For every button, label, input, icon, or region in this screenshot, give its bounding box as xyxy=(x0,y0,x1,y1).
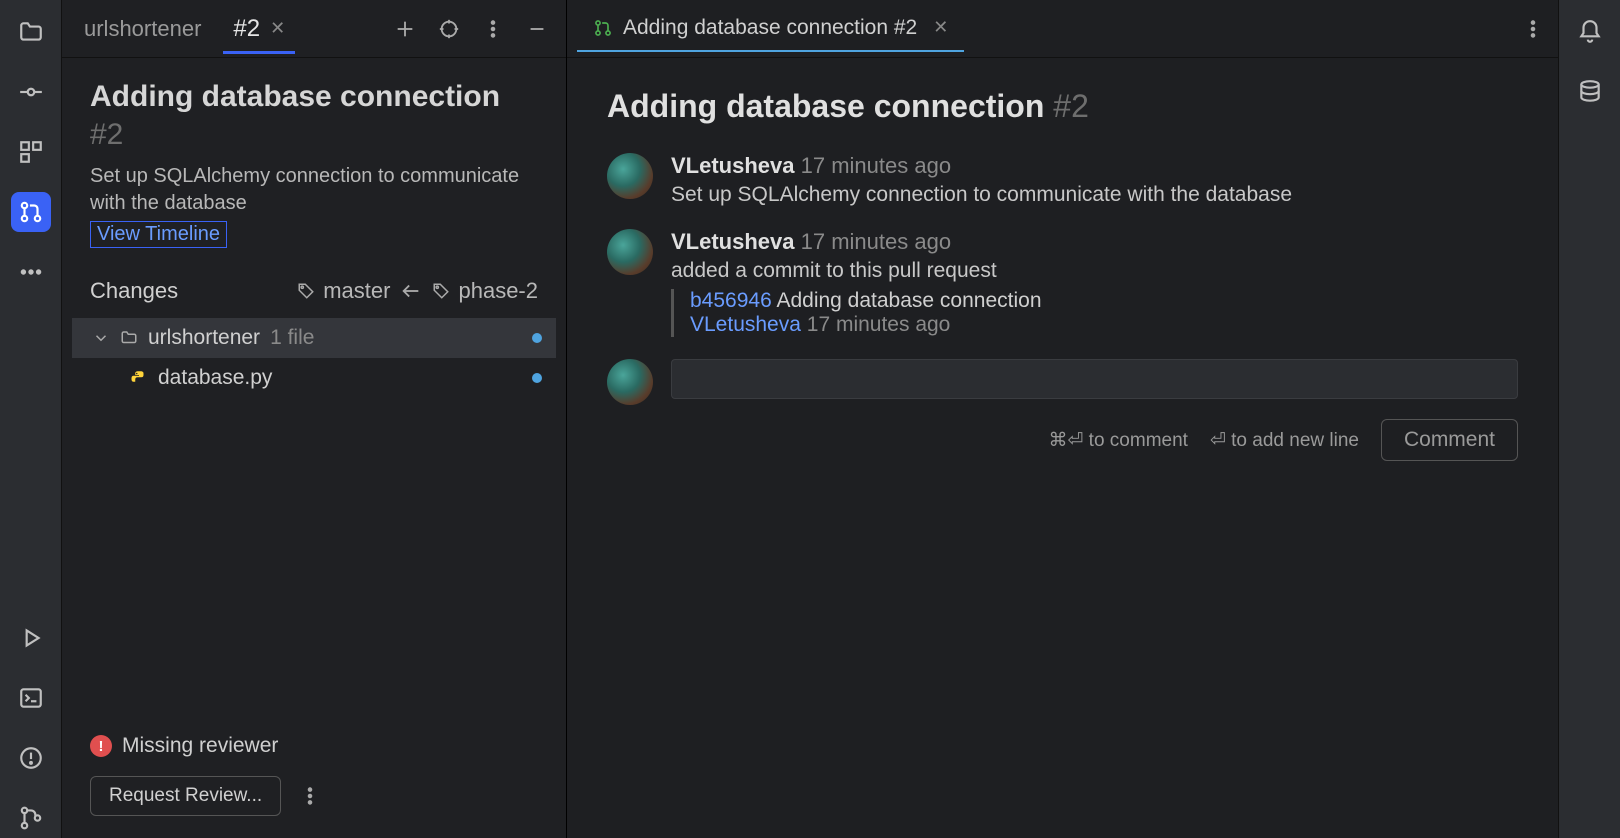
avatar[interactable] xyxy=(607,229,653,275)
chevron-down-icon xyxy=(92,329,110,347)
main-tab-bar: Adding database connection #2 ✕ xyxy=(567,0,1558,58)
event-user[interactable]: VLetusheva xyxy=(671,153,795,178)
hint-submit: ⌘⏎ to comment xyxy=(1048,429,1187,452)
commit-time: 17 minutes ago xyxy=(807,313,951,336)
event-time: 17 minutes ago xyxy=(801,153,951,178)
avatar[interactable] xyxy=(607,359,653,405)
pr-title-text: Adding database connection xyxy=(90,80,500,113)
database-icon[interactable] xyxy=(1570,72,1610,112)
pull-request-icon xyxy=(593,18,613,38)
kebab-icon[interactable] xyxy=(1518,14,1548,44)
main-pr-title: Adding database connection #2 xyxy=(607,88,1518,125)
main-tab-title: Adding database connection #2 xyxy=(623,16,917,40)
main-title-text: Adding database connection xyxy=(607,88,1044,124)
folder-icon xyxy=(120,329,138,347)
run-icon[interactable] xyxy=(11,618,51,658)
close-icon[interactable]: ✕ xyxy=(933,17,948,38)
tag-icon xyxy=(297,282,315,300)
changes-folder-row[interactable]: urlshortener 1 file xyxy=(72,318,556,358)
more-icon[interactable] xyxy=(11,252,51,292)
avatar[interactable] xyxy=(607,153,653,199)
python-file-icon xyxy=(130,369,148,387)
commit-reference: b456946 Adding database connection VLetu… xyxy=(671,289,1518,337)
minimize-icon[interactable] xyxy=(522,14,552,44)
modified-indicator-icon xyxy=(532,333,542,343)
view-timeline-link[interactable]: View Timeline xyxy=(90,221,227,248)
file-name: database.py xyxy=(158,366,272,390)
target-icon[interactable] xyxy=(434,14,464,44)
right-nav-rail xyxy=(1558,0,1620,838)
request-review-button[interactable]: Request Review... xyxy=(90,776,281,816)
timeline-event: VLetusheva 17 minutes ago added a commit… xyxy=(607,229,1518,337)
tag-icon xyxy=(432,282,450,300)
pr-tab[interactable]: #2 ✕ xyxy=(223,7,295,54)
pr-tab-label: #2 xyxy=(233,15,260,43)
notifications-icon[interactable] xyxy=(1570,12,1610,52)
event-time: 17 minutes ago xyxy=(801,229,951,254)
warning-icon: ! xyxy=(90,735,112,757)
folder-icon[interactable] xyxy=(11,12,51,52)
folder-file-count: 1 file xyxy=(270,326,314,350)
base-branch-name: master xyxy=(323,278,390,304)
commit-author-link[interactable]: VLetusheva xyxy=(690,313,801,336)
comment-composer xyxy=(607,359,1518,405)
pr-number: #2 xyxy=(90,118,123,151)
event-text: added a commit to this pull request xyxy=(671,259,1518,283)
base-branch[interactable]: master xyxy=(297,278,390,304)
event-user[interactable]: VLetusheva xyxy=(671,229,795,254)
comment-input[interactable] xyxy=(671,359,1518,399)
pr-description: Set up SQLAlchemy connection to communic… xyxy=(90,163,538,217)
commit-message: Adding database connection xyxy=(776,289,1041,312)
commit-hash-link[interactable]: b456946 xyxy=(690,289,772,312)
event-text: Set up SQLAlchemy connection to communic… xyxy=(671,183,1518,207)
kebab-icon[interactable] xyxy=(478,14,508,44)
timeline-event: VLetusheva 17 minutes ago Set up SQLAlch… xyxy=(607,153,1518,207)
warning-text: Missing reviewer xyxy=(122,734,278,758)
pull-request-icon[interactable] xyxy=(11,192,51,232)
changes-file-row[interactable]: database.py xyxy=(72,358,556,398)
missing-reviewer-warning: ! Missing reviewer xyxy=(90,734,538,758)
head-branch-name: phase-2 xyxy=(458,278,538,304)
folder-name: urlshortener xyxy=(148,326,260,350)
plus-icon[interactable] xyxy=(390,14,420,44)
changes-label: Changes xyxy=(90,278,178,304)
git-icon[interactable] xyxy=(11,798,51,838)
main-pr-number: #2 xyxy=(1053,88,1089,124)
close-icon[interactable]: ✕ xyxy=(270,18,285,39)
side-tab-bar: urlshortener #2 ✕ xyxy=(62,0,566,58)
commit-icon[interactable] xyxy=(11,72,51,112)
left-nav-rail xyxy=(0,0,62,838)
problems-icon[interactable] xyxy=(11,738,51,778)
comment-button[interactable]: Comment xyxy=(1381,419,1518,461)
main-editor: Adding database connection #2 ✕ Adding d… xyxy=(567,0,1558,838)
pr-title: Adding database connection #2 xyxy=(90,78,538,153)
kebab-icon[interactable] xyxy=(295,781,325,811)
head-branch[interactable]: phase-2 xyxy=(432,278,538,304)
arrow-left-icon xyxy=(400,280,422,302)
pr-side-panel: urlshortener #2 ✕ Adding database connec… xyxy=(62,0,567,838)
project-tab[interactable]: urlshortener xyxy=(76,8,209,50)
hint-newline: ⏎ to add new line xyxy=(1210,429,1359,452)
main-pr-tab[interactable]: Adding database connection #2 ✕ xyxy=(577,6,964,52)
modified-indicator-icon xyxy=(532,373,542,383)
terminal-icon[interactable] xyxy=(11,678,51,718)
structure-icon[interactable] xyxy=(11,132,51,172)
